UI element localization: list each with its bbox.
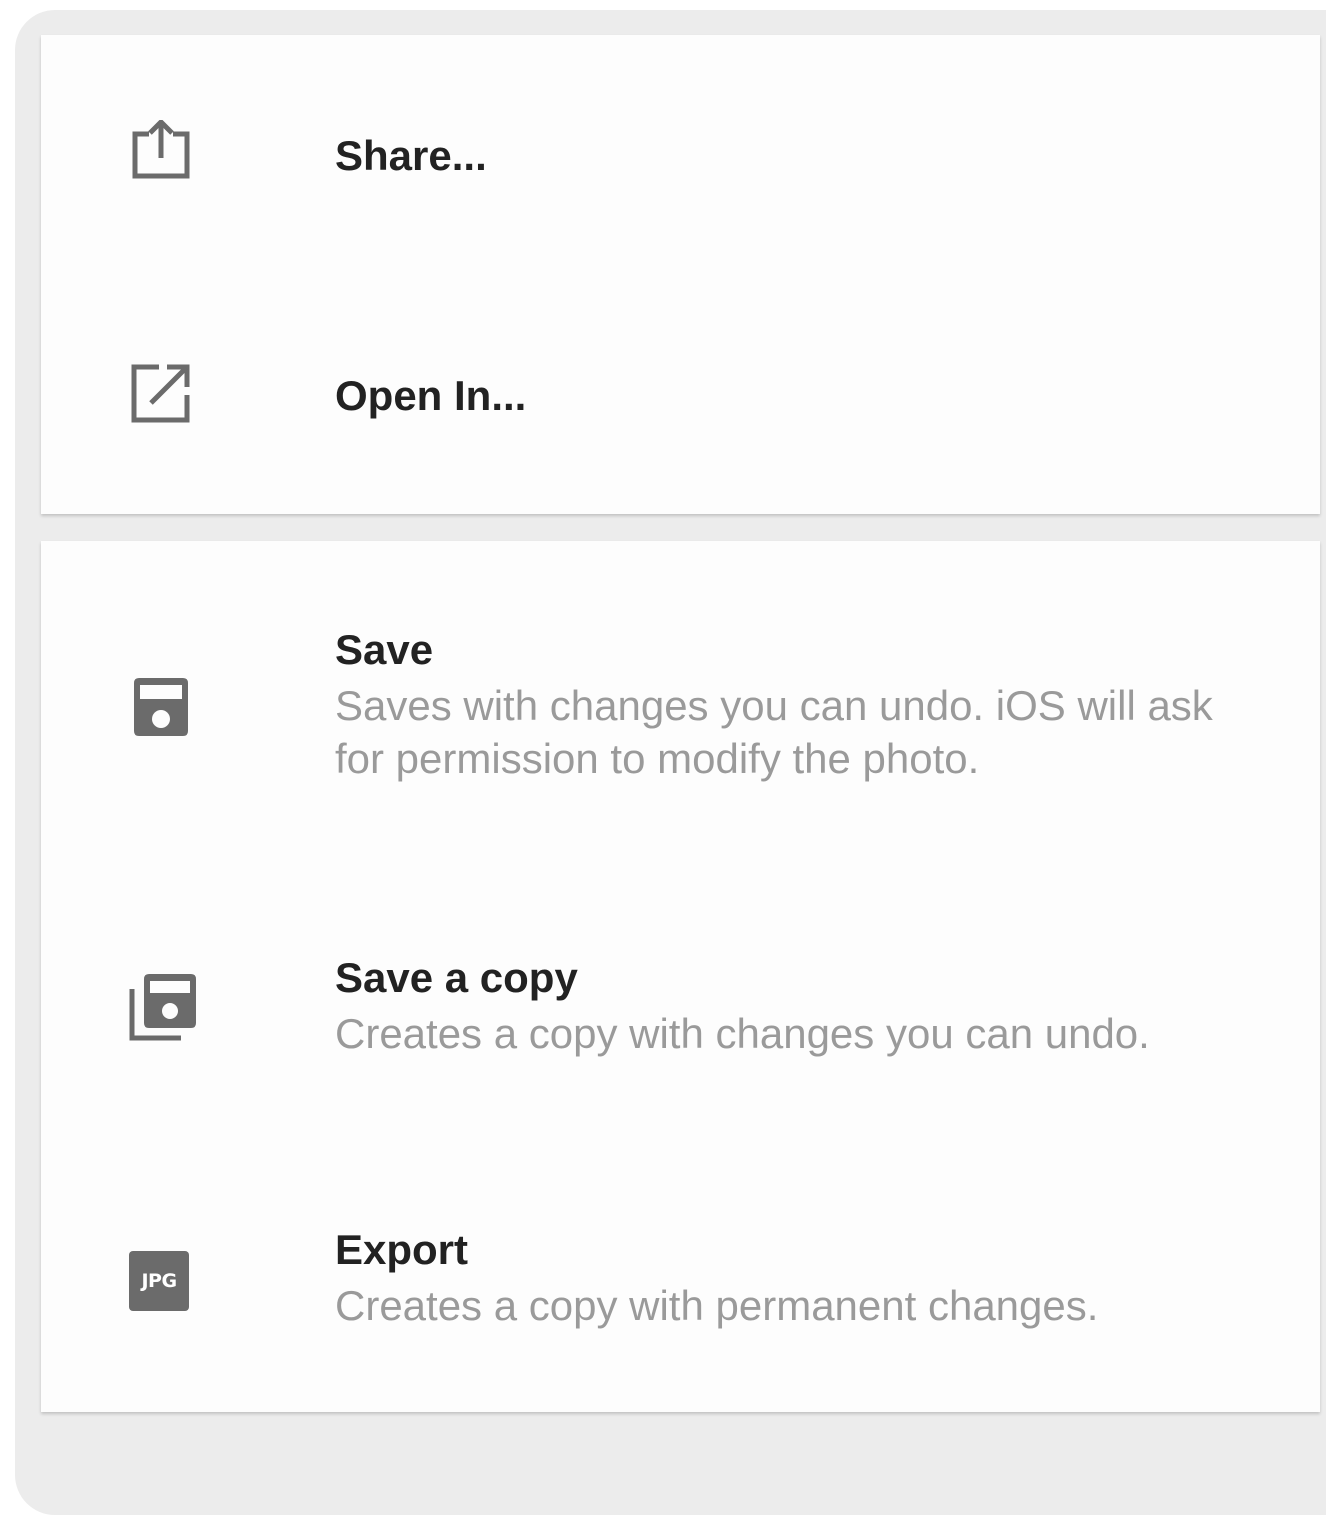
jpg-icon-text: JPG: [141, 1270, 177, 1292]
save-a-copy-label: Save a copy: [335, 954, 578, 1001]
save-label: Save: [335, 626, 434, 673]
save-a-copy-description: Creates a copy with changes you can undo…: [335, 1010, 1150, 1057]
save-menu-item[interactable]: Save Saves with changes you can undo. iO…: [41, 541, 1320, 871]
open-external-icon: [129, 361, 193, 425]
export-description: Creates a copy with permanent changes.: [335, 1282, 1099, 1329]
share-menu-item[interactable]: Share...: [41, 35, 1320, 275]
share-icon: [129, 120, 193, 184]
save-description: Saves with changes you can undo. iOS wil…: [335, 682, 1213, 782]
save-a-copy-menu-item[interactable]: Save a copy Creates a copy with changes …: [41, 871, 1320, 1161]
share-options-card: Share... Open In...: [41, 35, 1320, 514]
save-icon: [129, 675, 193, 739]
open-in-label: Open In...: [335, 372, 527, 419]
open-in-menu-item[interactable]: Open In...: [41, 275, 1320, 514]
save-options-card: Save Saves with changes you can undo. iO…: [41, 541, 1320, 1412]
jpg-icon: JPG: [129, 1251, 189, 1311]
save-copy-icon: [129, 971, 196, 1041]
share-label: Share...: [335, 132, 487, 179]
export-label: Export: [335, 1226, 469, 1273]
export-menu-item[interactable]: JPG Export Creates a copy with permanent…: [41, 1161, 1320, 1412]
